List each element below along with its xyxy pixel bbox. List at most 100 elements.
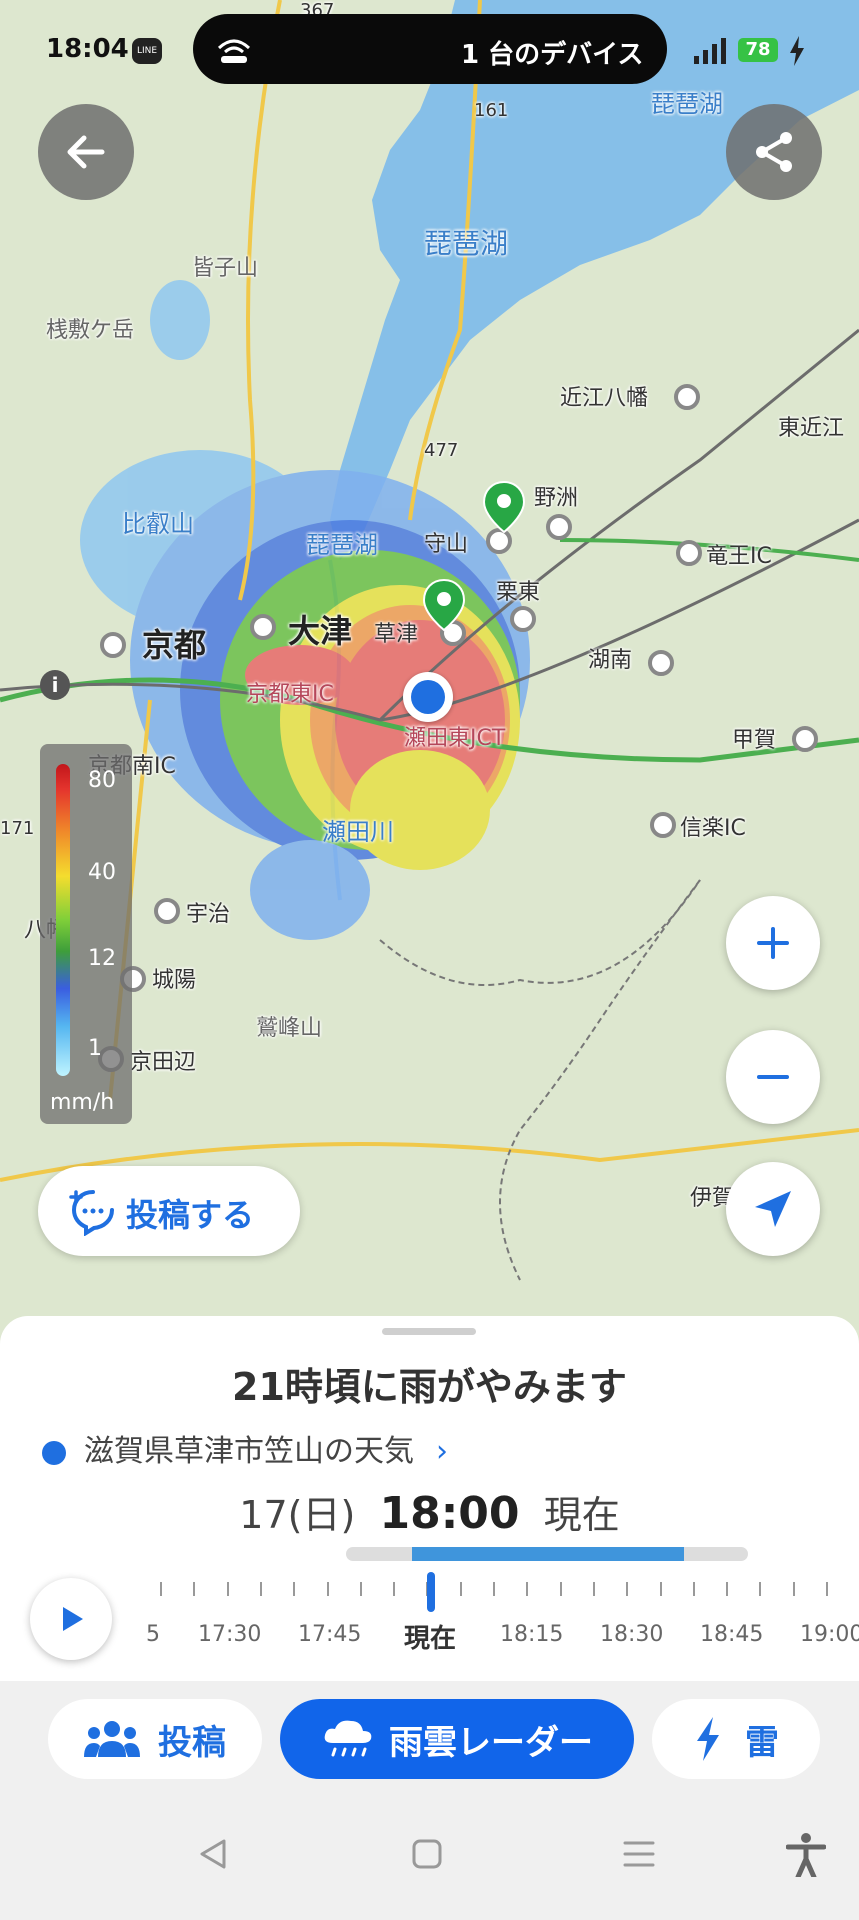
status-bar: 18:04 LINE 1 台のデバイス 78 [0,0,859,96]
rain-cloud-icon [324,1720,372,1757]
zoom-out-button[interactable] [726,1030,820,1124]
system-nav-bar [0,1791,859,1920]
label-kyoto-higashi-ic: 京都東IC [246,682,334,707]
legend-tick-40: 40 [88,860,116,885]
label-ryuo-ic: 竜王IC [706,544,772,569]
status-time: 18:04 [46,34,129,64]
minus-icon [757,1075,789,1079]
timeline-current-marker[interactable] [427,1572,435,1612]
info-icon[interactable]: i [40,670,70,700]
location-name: 滋賀県草津市笠山の天気 [84,1434,414,1469]
arrow-left-icon [67,135,105,169]
hotspot-icon [217,39,251,63]
current-date: 17(日) [239,1493,356,1537]
timeline-progress [346,1547,748,1561]
sheet-drag-handle[interactable] [382,1328,476,1335]
radar-map[interactable]: 琵琶湖 琵琶湖 琵琶湖 皆子山 桟敷ケ岳 比叡山 近江八幡 東近江 野洲 守山 … [0,0,859,1330]
timeline-tick [759,1582,762,1596]
play-button[interactable] [30,1578,112,1660]
station-marker [546,514,572,540]
nav-home-icon[interactable] [410,1837,444,1871]
back-button[interactable] [38,104,134,200]
bottom-tab-bar: 投稿 雨雲レーダー 雷 [0,1681,859,1791]
label-minakoyama: 皆子山 [192,256,259,281]
label-lake-mid: 琵琶湖 [424,227,509,260]
forecast-sheet[interactable]: 21時頃に雨がやみます 滋賀県草津市笠山の天気 › 17(日) 18:00 現在 … [0,1316,859,1681]
timeline-label-now: 現在 [404,1624,457,1654]
label-omihachiman: 近江八幡 [560,386,649,411]
timeline-tick [359,1582,362,1596]
notification-pill[interactable]: 1 台のデバイス [193,14,667,84]
tab-thunder[interactable]: 雷 [652,1699,820,1779]
timeline-tick [592,1582,595,1596]
timeline-tick [692,1582,695,1596]
timeline-tick [193,1582,196,1596]
label-kusatsu: 草津 [374,622,419,647]
label-sajikigatake: 桟敷ケ岳 [46,318,135,343]
signal-icon [694,38,726,64]
timeline-label-edge: 5 [146,1622,160,1647]
timeline-ticks[interactable] [140,1582,859,1596]
post-button-label: 投稿する [126,1196,255,1234]
now-suffix: 現在 [543,1493,620,1537]
station-marker [650,812,676,838]
post-pin-icon[interactable] [422,578,466,632]
tab-rain-radar-label: 雨雲レーダー [389,1722,593,1763]
timeline-tick [293,1582,296,1596]
label-seta-higashi-jct: 瀬田東JCT [404,726,506,751]
tab-thunder-label: 雷 [745,1722,779,1763]
label-setagawa: 瀬田川 [322,818,394,846]
chevron-right-icon: › [436,1434,448,1469]
label-otsu: 大津 [288,612,353,650]
legend-tick-12: 12 [88,946,116,971]
notification-text: 1 台のデバイス [461,40,644,70]
my-location-button[interactable] [726,1162,820,1256]
label-kyotanabe: 京田辺 [130,1050,197,1075]
station-marker [510,606,536,632]
timeline-tick [726,1582,729,1596]
lightning-icon [697,1717,719,1761]
label-moriyama: 守山 [424,532,469,557]
accessibility-icon[interactable] [786,1833,826,1877]
timeline-tick [160,1582,162,1596]
route-161: 161 [474,100,509,121]
timeline-label: 19:00 [800,1622,859,1647]
route-477: 477 [424,440,459,461]
label-uji: 宇治 [186,902,231,927]
tab-rain-radar[interactable]: 雨雲レーダー [280,1699,634,1779]
label-jubuyama: 鷲峰山 [256,1016,323,1041]
battery-indicator: 78 [738,38,778,62]
label-higashiomi: 東近江 [778,416,845,441]
station-marker [674,384,700,410]
timeline-tick [226,1582,229,1596]
nav-back-icon[interactable] [196,1837,230,1871]
map-base-layer [0,0,859,1330]
tab-posts[interactable]: 投稿 [48,1699,262,1779]
navigation-arrow-icon [755,1191,791,1227]
timeline-tick [526,1582,529,1596]
timeline-label: 18:30 [600,1622,664,1647]
label-hieizan: 比叡山 [122,510,194,538]
post-pin-icon[interactable] [482,480,526,534]
share-button[interactable] [726,104,822,200]
chat-plus-icon [69,1190,114,1236]
label-joyo: 城陽 [152,968,197,993]
plus-icon [757,927,789,959]
label-ritto: 栗東 [496,580,541,605]
post-button[interactable]: 投稿する [38,1166,300,1256]
timeline-tick [626,1582,629,1596]
timeline-tick [826,1582,828,1596]
label-shigaraki-ic: 信楽IC [680,816,746,841]
timeline-tick [459,1582,462,1596]
location-dot-icon [42,1440,66,1465]
zoom-in-button[interactable] [726,896,820,990]
nav-menu-icon[interactable] [622,1839,656,1869]
timeline-progress-fill [412,1547,684,1561]
timeline-label: 17:45 [298,1622,362,1647]
current-time: 18:00 [379,1488,520,1539]
station-marker [676,540,702,566]
timeline-label: 17:30 [198,1622,262,1647]
timeline-tick [259,1582,262,1596]
timeline-tick [792,1582,795,1596]
location-link[interactable]: 滋賀県草津市笠山の天気 › [42,1426,448,1470]
